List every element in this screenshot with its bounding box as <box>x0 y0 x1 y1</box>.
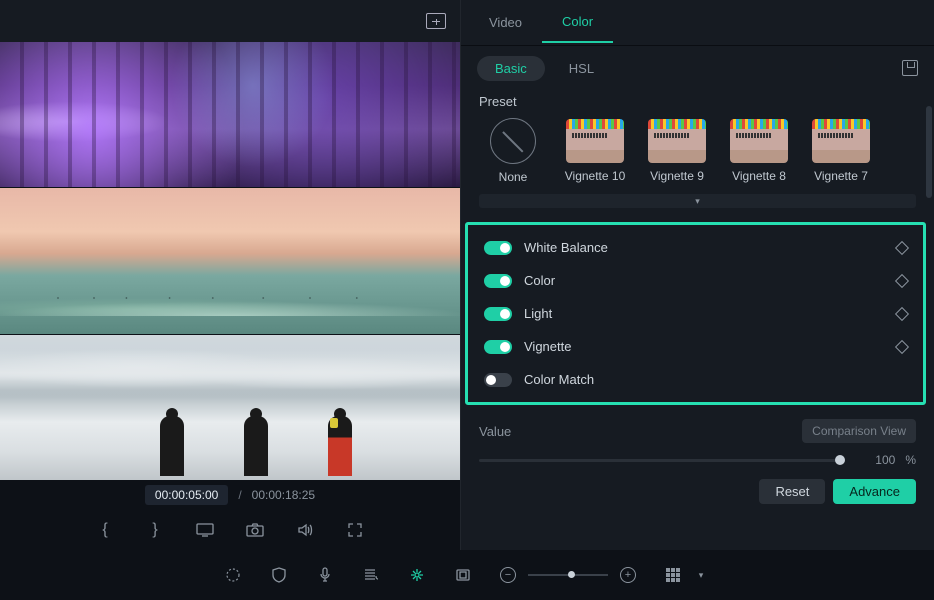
toggle-white-balance[interactable] <box>484 241 512 255</box>
keyframe-vignette-icon[interactable] <box>895 339 909 353</box>
preset-thumb <box>566 119 624 163</box>
preset-vignette-10[interactable]: Vignette 10 <box>561 119 629 183</box>
mic-icon[interactable] <box>316 566 334 584</box>
subtab-basic[interactable]: Basic <box>477 56 545 81</box>
preset-vignette-8[interactable]: Vignette 8 <box>725 119 793 183</box>
reset-button[interactable]: Reset <box>759 479 825 504</box>
toggle-vignette[interactable] <box>484 340 512 354</box>
row-color-match: Color Match <box>474 363 917 396</box>
scope-icon[interactable] <box>426 13 446 29</box>
value-label: Value <box>479 424 511 439</box>
toggle-color-match[interactable] <box>484 373 512 387</box>
preset-label: Preset <box>461 90 934 119</box>
preview-clip-1[interactable] <box>0 42 460 187</box>
toggle-light[interactable] <box>484 307 512 321</box>
total-time: 00:00:18:25 <box>252 488 315 502</box>
preset-thumb <box>648 119 706 163</box>
time-display: 00:00:05:00 / 00:00:18:25 <box>0 480 460 510</box>
current-time: 00:00:05:00 <box>145 485 228 505</box>
row-vignette: Vignette <box>474 330 917 363</box>
snapshot-icon[interactable] <box>246 523 264 537</box>
tab-color[interactable]: Color <box>542 2 613 43</box>
fullscreen-icon[interactable] <box>346 522 364 538</box>
volume-icon[interactable] <box>296 522 314 538</box>
preset-row: None Vignette 10 Vignette 9 Vignette 8 V… <box>461 119 934 184</box>
mark-out-icon[interactable]: } <box>146 521 164 539</box>
crop-icon[interactable] <box>454 566 472 584</box>
row-white-balance: White Balance <box>474 231 917 264</box>
preset-thumb <box>812 119 870 163</box>
loading-icon[interactable] <box>224 566 242 584</box>
preview-clip-2[interactable] <box>0 188 460 333</box>
zoom-slider[interactable] <box>528 574 608 576</box>
zoom-out-button[interactable]: − <box>500 567 516 583</box>
toggle-color[interactable] <box>484 274 512 288</box>
shield-icon[interactable] <box>270 566 288 584</box>
display-icon[interactable] <box>196 523 214 537</box>
preview-clip-3[interactable] <box>0 335 460 480</box>
preset-vignette-9[interactable]: Vignette 9 <box>643 119 711 183</box>
grid-view-icon[interactable] <box>664 566 682 584</box>
comparison-view-button[interactable]: Comparison View <box>802 419 916 443</box>
grid-dropdown-icon[interactable]: ▾ <box>692 566 710 584</box>
keyframe-color-icon[interactable] <box>895 273 909 287</box>
value-number[interactable]: 100 <box>855 453 895 467</box>
none-icon <box>490 118 536 164</box>
row-color: Color <box>474 264 917 297</box>
value-slider[interactable] <box>479 459 845 462</box>
keyframe-light-icon[interactable] <box>895 306 909 320</box>
zoom-in-button[interactable]: + <box>620 567 636 583</box>
preset-scrollbar[interactable] <box>926 106 932 198</box>
inspector-panel: Video Color Basic HSL Preset None Vignet… <box>460 0 934 550</box>
preset-none[interactable]: None <box>479 119 547 184</box>
save-preset-icon[interactable] <box>902 60 918 76</box>
preview-panel: 00:00:05:00 / 00:00:18:25 { } <box>0 0 460 550</box>
row-light: Light <box>474 297 917 330</box>
advance-button[interactable]: Advance <box>833 479 916 504</box>
color-tool-icon[interactable] <box>408 566 426 584</box>
timeline-toolbar: − + ▾ <box>0 550 934 600</box>
preset-thumb <box>730 119 788 163</box>
keyframe-white-balance-icon[interactable] <box>895 240 909 254</box>
mark-in-icon[interactable]: { <box>96 521 114 539</box>
audio-track-icon[interactable] <box>362 566 380 584</box>
preview-stack <box>0 42 460 480</box>
preset-vignette-7[interactable]: Vignette 7 <box>807 119 875 183</box>
preset-expand[interactable]: ▾ <box>479 194 916 208</box>
subtab-hsl[interactable]: HSL <box>551 56 612 81</box>
tab-video[interactable]: Video <box>469 3 542 42</box>
color-adjustments-group: White Balance Color Light Vignette Color <box>465 222 926 405</box>
